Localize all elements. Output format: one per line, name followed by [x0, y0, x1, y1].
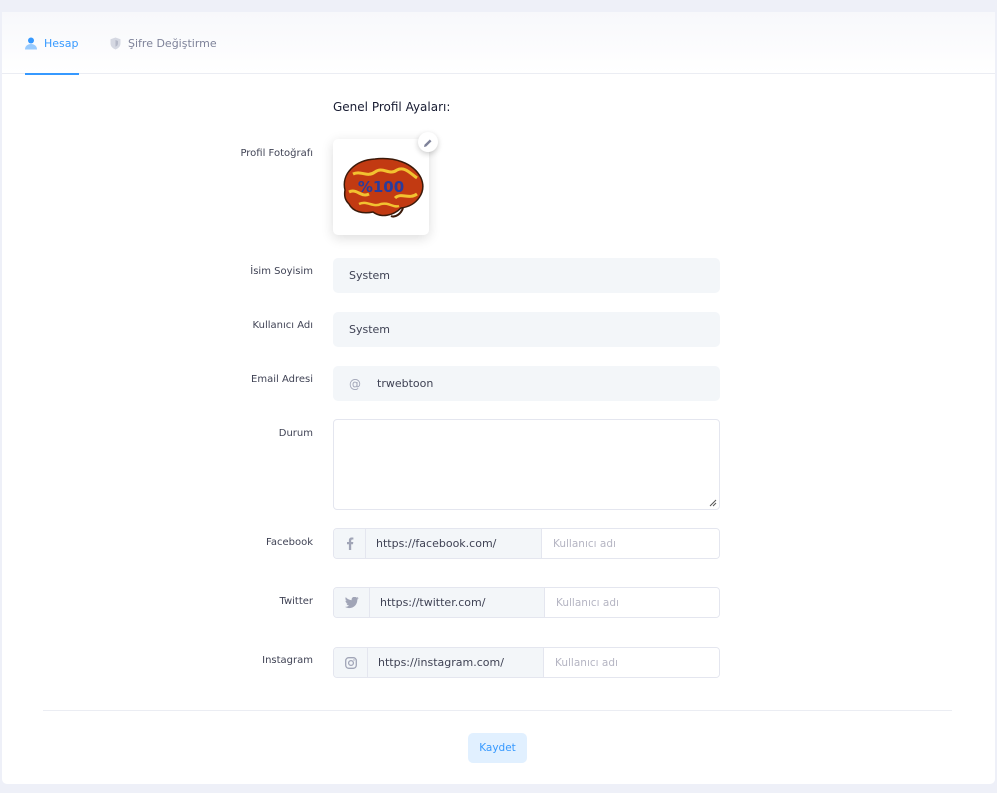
at-icon: @ [349, 376, 361, 391]
facebook-username-input[interactable]: Kullanıcı adı [542, 529, 719, 558]
label-fullname: İsim Soyisim [250, 266, 313, 277]
label-username: Kullanıcı Adı [252, 320, 313, 331]
label-email: Email Adresi [251, 374, 313, 385]
tab-password[interactable]: Şifre Değiştirme [110, 12, 217, 74]
label-twitter: Twitter [279, 596, 313, 607]
tab-account-label: Hesap [44, 36, 79, 50]
twitter-url-prefix: https://twitter.com/ [370, 588, 545, 617]
email-value: trwebtoon [377, 377, 434, 390]
twitter-icon [334, 588, 370, 617]
avatar[interactable]: %100 [333, 139, 429, 235]
fullname-input[interactable]: System [333, 258, 720, 293]
avatar-edit-button[interactable] [418, 132, 438, 152]
profile-card: Hesap Şifre Değiştirme Genel Profil Ayal… [2, 12, 995, 784]
user-icon [25, 37, 37, 50]
avatar-image: %100 [343, 157, 424, 218]
tab-password-label: Şifre Değiştirme [128, 36, 217, 50]
tab-account[interactable]: Hesap [25, 12, 79, 75]
facebook-icon [334, 529, 366, 558]
facebook-input-group: https://facebook.com/ Kullanıcı adı [333, 528, 720, 559]
twitter-username-input[interactable]: Kullanıcı adı [545, 588, 719, 617]
instagram-username-input[interactable]: Kullanıcı adı [544, 648, 719, 677]
label-profile-photo: Profil Fotoğrafı [240, 148, 313, 159]
status-textarea[interactable] [333, 419, 720, 510]
fullname-value: System [349, 269, 391, 282]
label-status: Durum [278, 428, 313, 439]
username-value: System [349, 323, 391, 336]
instagram-url-prefix: https://instagram.com/ [368, 648, 544, 677]
save-button[interactable]: Kaydet [468, 733, 527, 763]
username-input[interactable]: System [333, 312, 720, 347]
tabs-bar: Hesap Şifre Değiştirme [2, 12, 995, 75]
twitter-input-group: https://twitter.com/ Kullanıcı adı [333, 587, 720, 618]
instagram-icon [334, 648, 368, 677]
resize-handle-icon[interactable] [709, 499, 717, 507]
avatar-text: %100 [358, 178, 404, 196]
form-divider [43, 710, 952, 711]
label-instagram: Instagram [262, 655, 313, 666]
instagram-input-group: https://instagram.com/ Kullanıcı adı [333, 647, 720, 678]
email-input[interactable]: @ trwebtoon [333, 366, 720, 401]
active-tab-indicator [25, 73, 79, 75]
section-title: Genel Profil Ayaları: [333, 100, 451, 114]
facebook-url-prefix: https://facebook.com/ [366, 529, 542, 558]
pencil-icon [423, 133, 433, 152]
shield-icon [110, 37, 121, 50]
label-facebook: Facebook [266, 537, 313, 548]
